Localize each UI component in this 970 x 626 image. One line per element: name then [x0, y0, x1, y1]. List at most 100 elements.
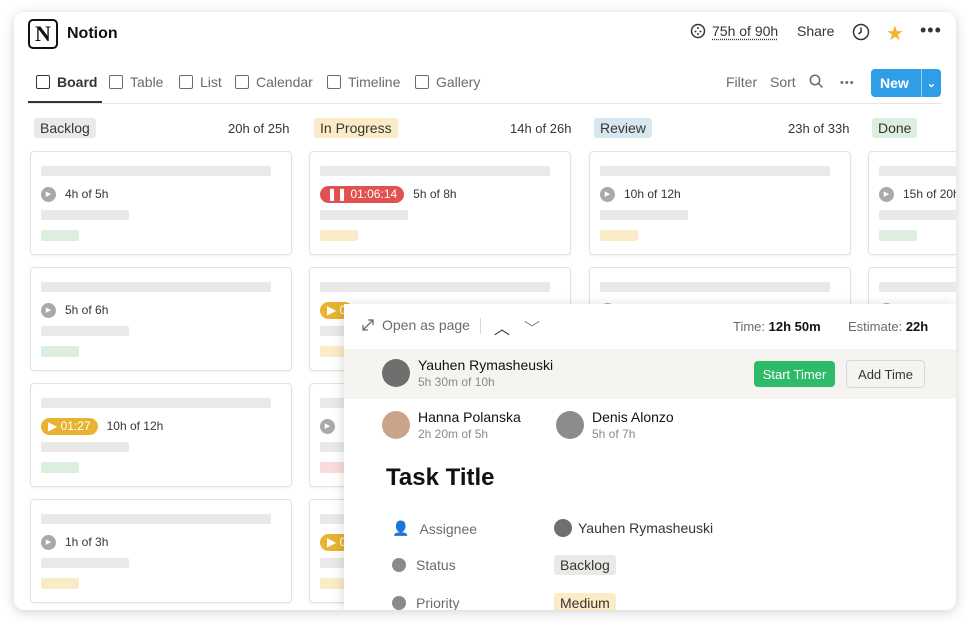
column-hours: 14h of 26h [510, 121, 572, 136]
priority-value[interactable]: Medium [554, 593, 616, 610]
favorite-star-icon[interactable]: ★ [886, 21, 904, 46]
divider [28, 103, 942, 104]
title-placeholder [320, 282, 550, 292]
list-icon [179, 75, 193, 89]
tab-gallery[interactable]: Gallery [415, 74, 480, 90]
open-as-page-label: Open as page [382, 317, 470, 333]
user-name: Yauhen Rymasheuski [418, 357, 554, 373]
assignee-value[interactable]: Yauhen Rymasheuski [554, 519, 713, 537]
tab-label: Timeline [348, 74, 401, 90]
task-card[interactable]: ❚❚ 01:06:14 5h of 8h [309, 151, 571, 255]
title-placeholder [41, 282, 271, 292]
task-card[interactable]: ▶ 5h of 6h [30, 267, 292, 371]
progress-text: 5h of 6h [65, 303, 109, 317]
view-more-icon[interactable]: ••• [840, 77, 855, 89]
view-bar: Board Table List Calendar Timeline Galle… [14, 70, 956, 104]
avatar [382, 359, 410, 387]
property-status: Status [392, 557, 456, 573]
play-icon[interactable]: ▶ [320, 418, 335, 434]
tab-label: Board [57, 74, 98, 90]
column-header-in-progress[interactable]: In Progress [314, 118, 398, 142]
add-time-button[interactable]: Add Time [846, 360, 925, 388]
card-progress: ▶ 5h of 6h [41, 302, 108, 318]
task-card[interactable]: ▶ 10h of 12h [589, 151, 851, 255]
card-progress: ▶ [320, 418, 344, 434]
search-button[interactable] [809, 74, 824, 92]
play-icon[interactable]: ▶ [41, 534, 56, 550]
open-as-page-button[interactable]: Open as page [362, 317, 470, 333]
title-placeholder [41, 398, 271, 408]
history-button[interactable] [852, 23, 870, 41]
task-card[interactable]: ▶ 1h of 3h [30, 499, 292, 603]
search-icon [809, 74, 824, 89]
running-timer[interactable]: ❚❚ 01:06:14 [320, 185, 405, 203]
share-button[interactable]: Share [797, 23, 834, 39]
play-icon[interactable]: ▶ [41, 302, 56, 318]
text-placeholder [879, 210, 956, 220]
tag-placeholder [41, 346, 79, 357]
text-placeholder [41, 558, 129, 568]
property-priority: Priority [392, 595, 460, 610]
tab-table[interactable]: Table [109, 74, 163, 90]
progress-text: 10h of 12h [624, 187, 681, 201]
column-name: In Progress [314, 118, 398, 138]
text-placeholder [320, 210, 408, 220]
property-label: Assignee [419, 520, 478, 537]
tag-placeholder [879, 230, 917, 241]
sort-button[interactable]: Sort [770, 74, 796, 90]
property-label: Priority [416, 595, 460, 610]
divider [480, 318, 481, 334]
hours-summary[interactable]: 75h of 90h [690, 23, 778, 39]
text-placeholder [41, 210, 129, 220]
estimate-summary: Estimate: 22h [848, 319, 928, 334]
text-placeholder [41, 442, 129, 452]
user-name: Denis Alonzo [592, 409, 674, 425]
card-progress: ▶ 01:27 10h of 12h [41, 417, 163, 435]
column-name: Done [872, 118, 918, 138]
text-placeholder [41, 326, 129, 336]
start-timer-button[interactable]: Start Timer [754, 361, 835, 387]
clock-icon [852, 23, 870, 41]
chevron-down-icon[interactable]: ⌄ [921, 69, 941, 97]
play-icon[interactable]: ▶ [41, 186, 56, 202]
new-button[interactable]: New ⌄ [871, 69, 941, 97]
tag-placeholder [600, 230, 638, 241]
title-placeholder [600, 282, 830, 292]
filter-button[interactable]: Filter [726, 74, 757, 90]
running-timer[interactable]: ▶ 01:27 [41, 417, 98, 435]
task-card[interactable]: ▶ 01:27 10h of 12h [30, 383, 292, 487]
tab-timeline[interactable]: Timeline [327, 74, 400, 90]
play-icon[interactable]: ▶ [600, 186, 615, 202]
tab-list[interactable]: List [179, 74, 222, 90]
task-card[interactable]: ▶ 4h of 5h [30, 151, 292, 255]
person-icon: 👤 [392, 520, 410, 536]
top-bar: N Notion 75h of 90h Share ★ ••• [14, 12, 956, 58]
notion-logo: N [28, 19, 58, 49]
column-header-review[interactable]: Review [594, 118, 652, 142]
column-header-backlog[interactable]: Backlog [34, 118, 96, 142]
column-header-done[interactable]: Done [872, 118, 918, 142]
task-card[interactable]: ▶ 15h of 20h [868, 151, 956, 255]
text-placeholder [600, 210, 688, 220]
tag-placeholder [41, 230, 79, 241]
new-label: New [880, 75, 909, 91]
chevron-down-icon[interactable]: ﹀ [524, 315, 540, 339]
play-icon[interactable]: ▶ [879, 186, 894, 202]
status-icon [392, 558, 406, 572]
app-name: Notion [67, 25, 118, 42]
card-progress: ▶ 10h of 12h [600, 186, 681, 202]
more-menu-icon[interactable]: ••• [920, 20, 942, 41]
tab-calendar[interactable]: Calendar [235, 74, 313, 90]
user-time: 5h of 7h [592, 427, 636, 441]
column-name: Backlog [34, 118, 96, 138]
property-label: Status [416, 557, 456, 573]
chevron-up-icon[interactable]: ︿ [494, 315, 510, 339]
status-value[interactable]: Backlog [554, 555, 616, 575]
user-time: 2h 20m of 5h [418, 427, 489, 441]
card-progress: ▶ 4h of 5h [41, 186, 108, 202]
task-title[interactable]: Task Title [386, 464, 495, 492]
column-hours: 20h of 25h [228, 121, 290, 136]
tab-board[interactable]: Board [36, 74, 97, 90]
board-icon [36, 75, 50, 89]
timer-text: 01:06:14 [350, 187, 398, 201]
